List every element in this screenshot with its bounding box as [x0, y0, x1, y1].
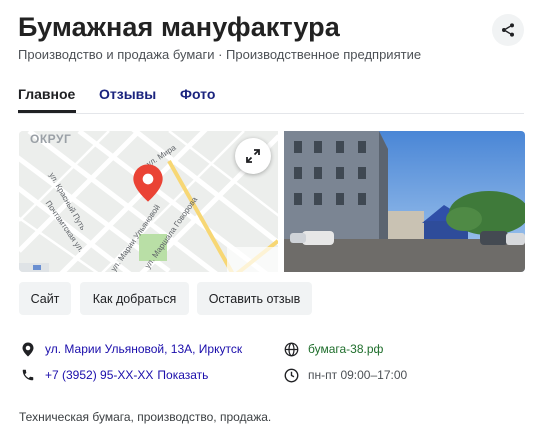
show-phone-link[interactable]: Показать	[157, 368, 208, 382]
address-row: ул. Марии Ульяновой, 13А, Иркутск	[20, 341, 242, 357]
directions-button[interactable]: Как добраться	[80, 282, 189, 315]
share-button[interactable]	[492, 14, 524, 46]
expand-icon	[246, 149, 260, 163]
phone-number[interactable]: +7 (3952) 95-ХХ-ХХ	[45, 368, 153, 382]
business-title: Бумажная мануфактура	[18, 12, 340, 42]
share-icon	[502, 23, 514, 37]
opening-hours: пн-пт 09:00–17:00	[308, 368, 408, 382]
phone-icon	[20, 367, 36, 383]
map-expand-button[interactable]	[235, 138, 271, 174]
map-district-label: ОКРУГ	[30, 132, 72, 146]
hours-row: пн-пт 09:00–17:00	[283, 367, 407, 383]
globe-icon	[283, 341, 299, 357]
active-tab-indicator	[18, 110, 76, 113]
tab-bar: Главное Отзывы Фото	[18, 80, 524, 114]
building-photo-graphic	[284, 131, 525, 272]
website-row: бумага-38.рф	[283, 341, 383, 357]
business-photo[interactable]	[284, 131, 525, 272]
leave-review-button[interactable]: Оставить отзыв	[197, 282, 312, 315]
location-pin-icon	[133, 164, 163, 202]
website-link[interactable]: бумага-38.рф	[308, 342, 383, 356]
tab-reviews[interactable]: Отзывы	[99, 86, 156, 102]
website-button[interactable]: Сайт	[19, 282, 71, 315]
tab-main[interactable]: Главное	[18, 86, 75, 102]
business-description: Техническая бумага, производство, продаж…	[19, 410, 272, 424]
address-link[interactable]: ул. Марии Ульяновой, 13А, Иркутск	[45, 342, 242, 356]
tab-photos[interactable]: Фото	[180, 86, 215, 102]
location-icon	[20, 341, 36, 357]
business-subtitle: Производство и продажа бумаги · Производ…	[18, 47, 422, 62]
clock-icon	[283, 367, 299, 383]
phone-row: +7 (3952) 95-ХХ-ХХ Показать	[20, 367, 208, 383]
